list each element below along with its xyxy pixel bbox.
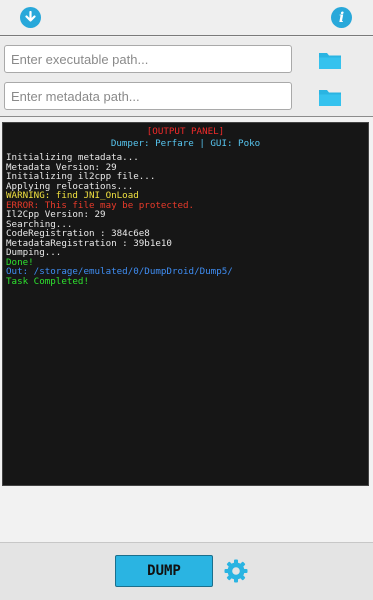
content-spacer [0,490,373,540]
info-icon[interactable]: i [331,7,352,28]
bottom-action-bar: DUMP [0,542,373,600]
log-line-normal: Dumping... [6,247,62,258]
dump-button[interactable]: DUMP [115,555,213,587]
output-log: Initializing metadata... Metadata Version… [6,153,365,286]
folder-icon[interactable] [318,87,342,107]
download-icon[interactable] [20,7,41,28]
folder-icon[interactable] [318,50,342,70]
output-panel-title: [OUTPUT PANEL] [146,126,225,137]
path-fields-panel [0,37,373,117]
gear-icon[interactable] [223,558,249,584]
output-panel-credits: Dumper: Perfare | GUI: Poko [110,137,261,149]
metadata-path-input[interactable] [4,82,292,110]
executable-path-input[interactable] [4,45,292,73]
top-toolbar: i [0,0,373,36]
output-panel: [OUTPUT PANEL] Dumper: Perfare | GUI: Po… [2,122,369,486]
log-line-success: Task Completed! [6,275,89,287]
